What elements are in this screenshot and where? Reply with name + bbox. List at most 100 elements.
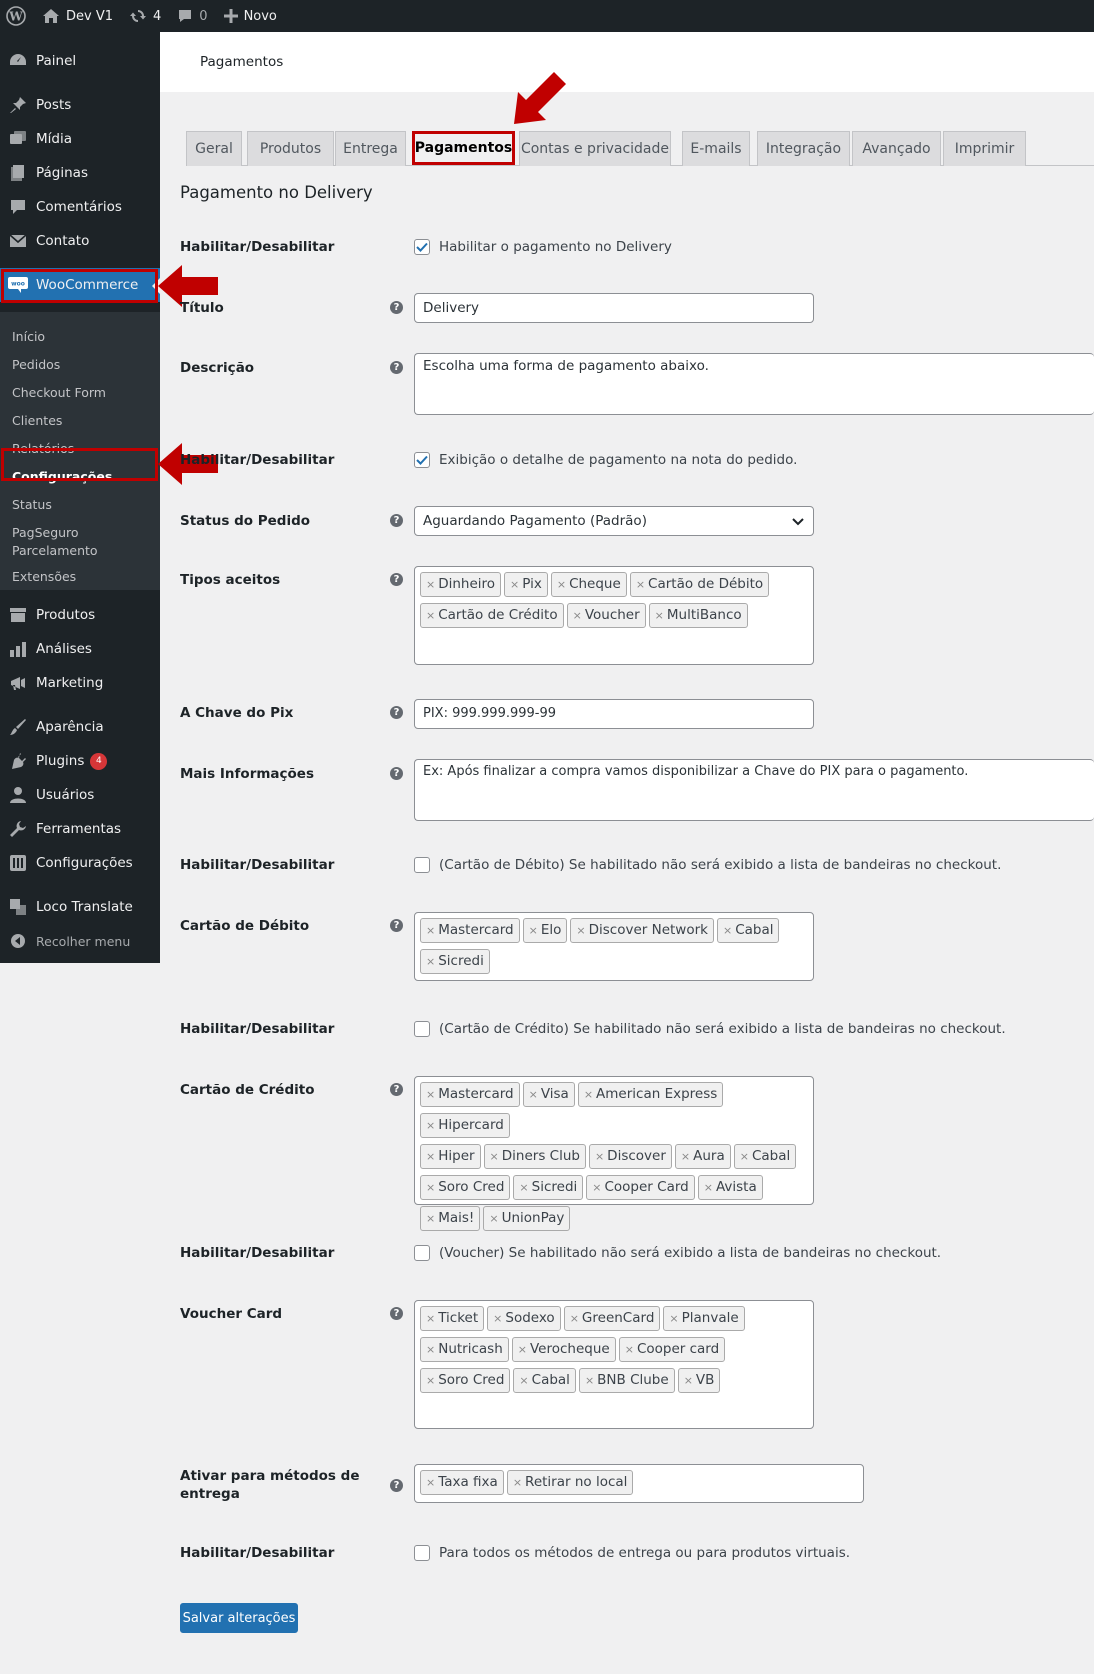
submenu-pagseguro[interactable]: PagSeguro Parcelamento — [12, 524, 98, 560]
tag-chip[interactable]: × UnionPay — [483, 1206, 571, 1231]
sidebar-item-ferramentas[interactable]: Ferramentas — [0, 812, 160, 846]
tab-pagamentos[interactable]: Pagamentos — [412, 131, 515, 165]
enable-delivery-checkbox[interactable] — [414, 239, 430, 255]
tag-chip[interactable]: × Discover — [588, 1144, 672, 1169]
enable-virtuais-checkbox[interactable] — [414, 1545, 430, 1561]
remove-icon[interactable]: × — [570, 1312, 579, 1325]
sidebar-item-loco-translate[interactable]: Loco Translate — [0, 890, 160, 924]
help-icon[interactable]: ? — [390, 301, 403, 314]
tag-chip[interactable]: × Soro Cred — [420, 1175, 511, 1200]
tab-imprimir[interactable]: Imprimir — [943, 131, 1026, 166]
remove-icon[interactable]: × — [723, 924, 732, 937]
remove-icon[interactable]: × — [426, 1343, 435, 1356]
tag-chip[interactable]: × Sicredi — [420, 949, 490, 974]
remove-icon[interactable]: × — [426, 1181, 435, 1194]
tag-chip[interactable]: × Voucher — [566, 603, 646, 628]
tag-chip[interactable]: × Cheque — [550, 572, 627, 597]
tag-chip[interactable]: × Soro Cred — [420, 1368, 511, 1393]
tab-geral[interactable]: Geral — [186, 131, 242, 166]
remove-icon[interactable]: × — [426, 955, 435, 968]
submenu-extensoes[interactable]: Extensões — [12, 568, 76, 586]
remove-icon[interactable]: × — [681, 1150, 690, 1163]
tag-chip[interactable]: × Sicredi — [513, 1175, 584, 1200]
remove-icon[interactable]: × — [518, 1343, 527, 1356]
remove-icon[interactable]: × — [426, 1119, 435, 1132]
submenu-pedidos[interactable]: Pedidos — [12, 356, 60, 374]
help-icon[interactable]: ? — [390, 767, 403, 780]
tab-avancado[interactable]: Avançado — [852, 131, 941, 166]
remove-icon[interactable]: × — [573, 609, 582, 622]
remove-icon[interactable]: × — [426, 609, 435, 622]
tag-chip[interactable]: × Hiper — [420, 1144, 481, 1169]
remove-icon[interactable]: × — [704, 1181, 713, 1194]
remove-icon[interactable]: × — [740, 1150, 749, 1163]
sidebar-item-plugins[interactable]: Plugins 4 — [0, 744, 160, 778]
tag-chip[interactable]: × Taxa fixa — [420, 1470, 504, 1495]
voucher-card-select[interactable]: × Ticket × Sodexo × GreenCard × Planvale × Nutric… — [414, 1300, 814, 1429]
cartao-debito-select[interactable]: × Mastercard × Elo × Discover Network × Cabal × S… — [414, 912, 814, 981]
remove-icon[interactable]: × — [519, 1181, 528, 1194]
tag-chip[interactable]: × Sodexo — [487, 1306, 561, 1331]
remove-icon[interactable]: × — [669, 1312, 678, 1325]
sidebar-item-aparencia[interactable]: Aparência — [0, 710, 160, 744]
remove-icon[interactable]: × — [557, 578, 566, 591]
tag-chip[interactable]: × Mastercard — [420, 1082, 520, 1107]
remove-icon[interactable]: × — [426, 1088, 435, 1101]
tag-chip[interactable]: × Mastercard — [420, 918, 520, 943]
help-icon[interactable]: ? — [390, 1307, 403, 1320]
sidebar-item-marketing[interactable]: Marketing — [0, 666, 160, 700]
comments-button[interactable]: 0 — [169, 0, 215, 32]
tab-contas-privacidade[interactable]: Contas e privacidade — [519, 131, 671, 166]
tag-chip[interactable]: × Dinheiro — [420, 572, 502, 597]
tab-entrega[interactable]: Entrega — [335, 131, 406, 166]
submenu-inicio[interactable]: Início — [12, 328, 45, 346]
tag-chip[interactable]: × MultiBanco — [648, 603, 748, 628]
tag-chip[interactable]: × Nutricash — [420, 1337, 509, 1362]
tag-chip[interactable]: × Cartão de Crédito — [420, 603, 564, 628]
remove-icon[interactable]: × — [519, 1374, 528, 1387]
help-icon[interactable]: ? — [390, 919, 403, 932]
remove-icon[interactable]: × — [510, 578, 519, 591]
tag-chip[interactable]: × VB — [677, 1368, 721, 1393]
updates-button[interactable]: 4 — [121, 0, 169, 32]
help-icon[interactable]: ? — [390, 1479, 403, 1492]
tag-chip[interactable]: × Cartão de Débito — [629, 572, 770, 597]
submenu-status[interactable]: Status — [12, 496, 52, 514]
tab-emails[interactable]: E-mails — [682, 131, 750, 166]
remove-icon[interactable]: × — [576, 924, 585, 937]
chave-pix-input[interactable]: PIX: 999.999.999-99 — [414, 699, 814, 729]
enable-nota-checkbox[interactable] — [414, 452, 430, 468]
save-changes-button[interactable]: Salvar alterações — [180, 1603, 298, 1633]
remove-icon[interactable]: × — [595, 1150, 604, 1163]
sidebar-collapse-menu[interactable]: Recolher menu — [0, 924, 160, 958]
tab-produtos[interactable]: Produtos — [247, 131, 334, 166]
tag-chip[interactable]: × Visa — [522, 1082, 575, 1107]
remove-icon[interactable]: × — [684, 1374, 693, 1387]
site-name-button[interactable]: Dev V1 — [34, 0, 121, 32]
tag-chip[interactable]: × Retirar no local — [506, 1470, 634, 1495]
tag-chip[interactable]: × Cabal — [733, 1144, 797, 1169]
remove-icon[interactable]: × — [513, 1476, 522, 1489]
sidebar-item-contato[interactable]: Contato — [0, 224, 160, 258]
sidebar-item-produtos[interactable]: Produtos — [0, 598, 160, 632]
status-pedido-select[interactable]: Aguardando Pagamento (Padrão) — [414, 506, 814, 536]
tab-integracao[interactable]: Integração — [757, 131, 850, 166]
tag-chip[interactable]: × BNB Clube — [578, 1368, 675, 1393]
remove-icon[interactable]: × — [584, 1088, 593, 1101]
mais-informacoes-textarea[interactable]: Ex: Após finalizar a compra vamos dispon… — [414, 759, 1094, 821]
tag-chip[interactable]: × American Express — [577, 1082, 724, 1107]
tag-chip[interactable]: × Ticket — [420, 1306, 485, 1331]
tag-chip[interactable]: × GreenCard — [563, 1306, 661, 1331]
remove-icon[interactable]: × — [585, 1374, 594, 1387]
remove-icon[interactable]: × — [426, 1374, 435, 1387]
tag-chip[interactable]: × Cabal — [716, 918, 780, 943]
remove-icon[interactable]: × — [529, 924, 538, 937]
remove-icon[interactable]: × — [426, 1150, 435, 1163]
remove-icon[interactable]: × — [489, 1212, 498, 1225]
tag-chip[interactable]: × Cabal — [513, 1368, 576, 1393]
remove-icon[interactable]: × — [655, 609, 664, 622]
descricao-textarea[interactable]: Escolha uma forma de pagamento abaixo. — [414, 353, 1094, 415]
tipos-aceitos-select[interactable]: × Dinheiro × Pix × Cheque × Cartão de Débito × Ca… — [414, 566, 814, 665]
remove-icon[interactable]: × — [490, 1150, 499, 1163]
submenu-clientes[interactable]: Clientes — [12, 412, 62, 430]
